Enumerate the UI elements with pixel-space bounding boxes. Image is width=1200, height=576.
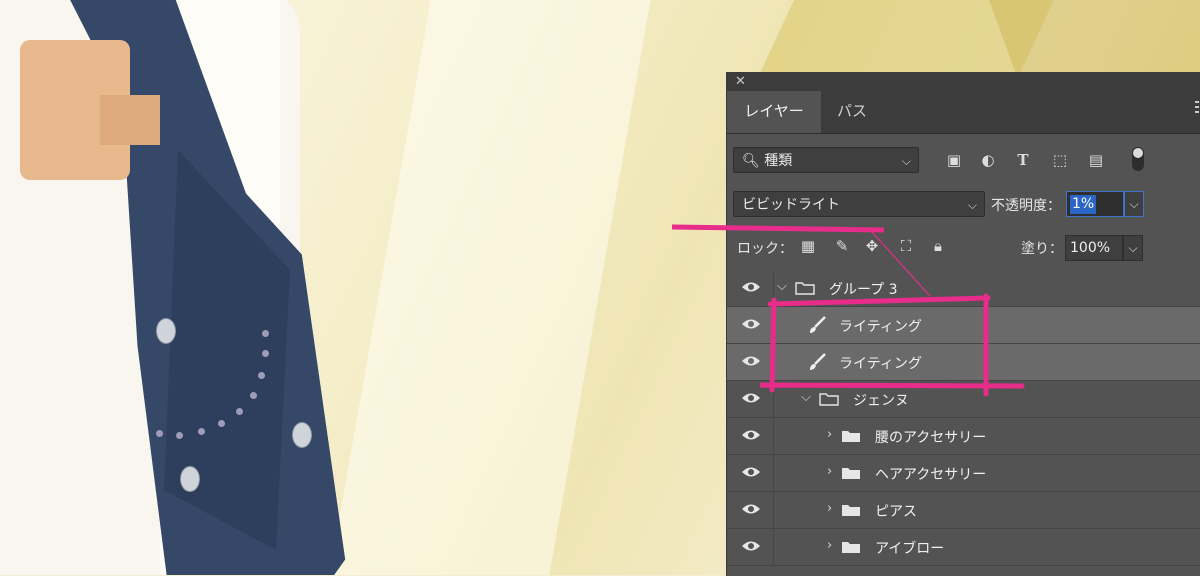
layer-row[interactable]: › ピアス (727, 492, 1200, 529)
fill-label: 塗り： (1021, 241, 1063, 257)
visibility-toggle[interactable] (727, 529, 774, 565)
folder-icon (842, 431, 860, 442)
opacity-input[interactable]: 1% (1066, 191, 1124, 217)
eye-icon (742, 356, 760, 366)
visibility-toggle[interactable] (727, 492, 774, 528)
fill-input[interactable]: 100% (1065, 235, 1123, 261)
opacity-label: 不透明度： (991, 198, 1061, 214)
eye-icon (742, 393, 760, 403)
lock-label: ロック： (737, 241, 793, 257)
lock-transparency-icon[interactable]: ▦ (799, 237, 817, 255)
panel-title-bar: ✕ (727, 73, 1200, 91)
lock-pixels-brush-icon[interactable]: ✎ (833, 237, 851, 255)
search-icon: 🔍︎ (742, 153, 760, 169)
filter-kind-dropdown[interactable]: 🔍︎ 種類 ⌵ (733, 147, 919, 173)
visibility-toggle[interactable] (727, 455, 774, 491)
chevron-down-icon: ⌵ (967, 198, 977, 212)
visibility-toggle[interactable] (727, 418, 774, 454)
annotation-box-stroke (760, 293, 1025, 397)
annotation-leader-line (871, 231, 931, 297)
eye-icon (742, 430, 760, 440)
eye-icon (742, 467, 760, 477)
chevron-right-icon[interactable]: › (827, 427, 832, 442)
layer-row[interactable]: › アイブロー (727, 529, 1200, 566)
type-filter-icon[interactable]: T (1014, 151, 1032, 169)
smart-object-filter-icon[interactable]: ▤ (1087, 151, 1105, 169)
eye-icon (742, 541, 760, 551)
adjustment-filter-icon[interactable]: ◐ (979, 151, 997, 169)
close-icon[interactable]: ✕ (735, 74, 746, 89)
tab-layers[interactable]: レイヤー (727, 91, 821, 133)
eye-icon (742, 319, 760, 329)
folder-icon (842, 542, 860, 553)
chevron-right-icon[interactable]: › (827, 501, 832, 516)
shape-filter-icon[interactable]: ⬚ (1051, 151, 1069, 169)
tab-paths[interactable]: パス (823, 91, 881, 133)
fill-dropdown-button[interactable]: ⌵ (1123, 235, 1143, 261)
filter-row: 🔍︎ 種類 ⌵ ▣ ◐ T ⬚ ▤ (727, 145, 1200, 177)
layer-name: アイブロー (875, 541, 945, 557)
fill-value: 100% (1070, 240, 1111, 256)
blend-mode-dropdown[interactable]: ビビッドライト ⌵ (733, 191, 985, 217)
image-filter-icon[interactable]: ▣ (945, 151, 963, 169)
eye-icon (742, 282, 760, 292)
panel-tabs: レイヤー パス (727, 91, 1200, 134)
opacity-dropdown-button[interactable]: ⌵ (1124, 191, 1144, 217)
layer-row[interactable]: › 腰のアクセサリー (727, 418, 1200, 455)
layer-name: ピアス (875, 504, 917, 520)
layer-name: ヘアアクセサリー (875, 467, 987, 483)
blend-mode-value: ビビッドライト (742, 197, 840, 213)
chevron-right-icon[interactable]: › (827, 464, 832, 479)
panel-menu-icon[interactable] (1195, 101, 1199, 119)
opacity-value: 1% (1070, 195, 1097, 214)
layer-name: 腰のアクセサリー (875, 430, 987, 446)
layer-row[interactable]: › ヘアアクセサリー (727, 455, 1200, 492)
chevron-right-icon[interactable]: › (827, 538, 832, 553)
folder-icon (842, 468, 860, 479)
eye-icon (742, 504, 760, 514)
filter-toggle[interactable] (1132, 147, 1144, 171)
folder-icon (842, 505, 860, 516)
filter-kind-label: 種類 (764, 153, 793, 169)
chevron-down-icon: ⌵ (901, 154, 911, 168)
